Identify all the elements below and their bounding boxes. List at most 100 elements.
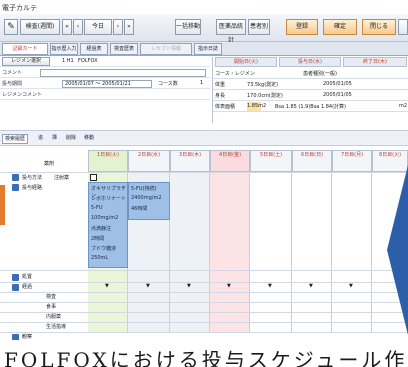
grid-line	[0, 312, 408, 313]
drug-line: 46時間	[131, 206, 148, 212]
grid-line	[0, 282, 408, 283]
search-history-button[interactable]: 検索履歴	[2, 134, 29, 144]
grid-line	[0, 302, 408, 303]
day-column-7[interactable]	[332, 172, 372, 332]
period-field[interactable]: 2005/01/07 ～ 2005/01/21	[62, 80, 152, 88]
stats-height-date: 2005/01/05	[323, 92, 352, 98]
grid-line	[0, 292, 408, 293]
folder-icon	[12, 284, 19, 291]
row-label-guidance: 生活指導	[46, 324, 67, 330]
day-column-3[interactable]	[170, 172, 210, 332]
row-marker[interactable]: ▼	[187, 283, 191, 289]
stats-label-weight: 体重	[215, 82, 226, 88]
stats-header-end: 終了日(木)	[343, 57, 407, 67]
folder-icon	[12, 174, 19, 181]
stats-label-height: 身長	[215, 93, 226, 99]
comment-field[interactable]	[40, 69, 206, 77]
drug-line: ブドウ糖液	[91, 246, 117, 252]
drug-line: 250mL	[91, 255, 109, 261]
row-label-observation: 観察	[22, 334, 33, 340]
drug-stats-button[interactable]: 医薬品統計	[216, 19, 246, 44]
confirm-button[interactable]: 確定	[323, 19, 357, 35]
stats-header-mid: 投与日(水)	[279, 57, 341, 67]
insert-button[interactable]: 挿	[52, 134, 57, 144]
stats-label-course: コース・レジメン	[215, 71, 255, 77]
toolbar: ✎ 検査(週間) « ‹ 今日 › » 一括移動 医薬品統計 患者別 登録 確定…	[0, 14, 408, 44]
folder-icon	[12, 274, 19, 281]
day-header-5: 5日目(土)	[250, 150, 292, 172]
row-label-procedure: 処置	[22, 274, 33, 280]
delete-button[interactable]: 削除	[66, 134, 76, 144]
row-label-method: 投与方法	[22, 175, 43, 181]
tab-receipt[interactable]: レセプト情報	[140, 43, 192, 55]
tab-bar: 記録カード 指示歴入力 経過表 検査歴表 レセプト情報 指示日誌	[0, 42, 408, 56]
move-button[interactable]: 移動	[84, 134, 94, 144]
stats-panel: 開始日(火) 投与日(水) 終了日(木) コース・レジメン 患者種別(一般) 体…	[212, 57, 408, 123]
mode-dropdown[interactable]: 検査(週間)	[20, 19, 60, 35]
caption-text: FOLFOXにおける投与スケジュール作成例	[0, 340, 408, 367]
day-column-5[interactable]	[250, 172, 292, 332]
course-value: 1	[200, 80, 204, 86]
stats-header-start: 開始日(火)	[215, 57, 277, 67]
row-label-injection: 注射薬	[54, 175, 70, 181]
day-header-6: 6日目(日)	[292, 150, 332, 172]
stats-bsa-unit: m2	[399, 103, 408, 109]
row-marker[interactable]: ▼	[227, 283, 231, 289]
regimen-select-button[interactable]: レジメン選択	[2, 57, 50, 66]
row-header-label: 薬剤	[44, 161, 55, 167]
patient-button[interactable]: 患者別	[248, 19, 270, 35]
regimen-info-panel: レジメン選択 1 H1 FOLFOX コメント 投与期間 2005/01/07 …	[0, 57, 210, 123]
bulk-move-button[interactable]: 一括移動	[175, 19, 201, 35]
stats-label-bsa: 体表面積	[215, 104, 236, 110]
pencil-icon[interactable]: ✎	[4, 19, 18, 35]
regimen-name: FOLFOX	[78, 58, 98, 64]
add-button[interactable]: 追	[38, 134, 43, 144]
day1-checkbox[interactable]	[90, 174, 97, 181]
close-button[interactable]: 閉じる	[362, 19, 396, 35]
day-header-1: 1日目(火)	[88, 150, 128, 172]
drug-block-5fu[interactable]: 5-FU(持続) 2400mg/m2 46時間	[128, 182, 170, 220]
nav-today-button[interactable]: 今日	[84, 19, 112, 35]
stats-course-type: 患者種別(一般)	[303, 71, 337, 77]
tab-record-card[interactable]: 記録カード	[2, 43, 48, 55]
grid-line	[0, 270, 408, 271]
day-column-6[interactable]	[292, 172, 332, 332]
tab-progress[interactable]: 経過表	[80, 43, 108, 55]
day-column-4[interactable]	[210, 172, 250, 332]
stats-bsa: 1.85m2	[247, 103, 267, 109]
drug-line: レボホリナート	[91, 196, 127, 202]
row-label-route: 投与経路	[22, 185, 43, 191]
nav-next-button[interactable]: ›	[113, 19, 123, 35]
row-marker[interactable]: ▼	[349, 283, 353, 289]
day-header-7: 7日目(月)	[332, 150, 372, 172]
row-label-progress: 経過	[22, 284, 33, 290]
period-label: 投与期間	[2, 81, 23, 87]
row-marker[interactable]: ▼	[146, 283, 150, 289]
patient-id: 1 H1	[62, 58, 74, 64]
comment-label: コメント	[2, 70, 23, 76]
tab-order-diary[interactable]: 指示日誌	[194, 43, 222, 55]
stats-weight-date: 2005/01/05	[323, 81, 352, 87]
overflow-button[interactable]	[398, 19, 408, 35]
app-title: 電子カルテ	[2, 4, 37, 12]
row-marker[interactable]: ▼	[105, 283, 109, 289]
orange-arrow-decoration	[0, 185, 5, 225]
stats-bsa-calc: Bsa 1.85 (1.9)Bsa 1.84(計算)	[275, 104, 346, 110]
drug-line: 2400mg/m2	[131, 195, 162, 201]
schedule-grid: 1日目(火) 2日目(水) 3日目(木) 4日目(金) 5日目(土) 6日目(日…	[0, 150, 408, 341]
nav-first-button[interactable]: «	[62, 19, 72, 35]
folder-icon	[12, 184, 19, 191]
blue-arrow-decoration	[387, 165, 408, 335]
row-marker[interactable]: ▼	[309, 283, 313, 289]
nav-last-button[interactable]: »	[124, 19, 134, 35]
drug-line: 100mg/m2	[91, 215, 119, 221]
drug-block-oxaliplatin[interactable]: オキサリプラチン レボホリナート 5-FU 100mg/m2 点滴静注 2時間 …	[88, 182, 128, 268]
register-button[interactable]: 登録	[286, 19, 318, 35]
tab-order-input[interactable]: 指示歴入力	[50, 43, 78, 55]
nav-prev-button[interactable]: ‹	[73, 19, 83, 35]
tab-lab-history[interactable]: 検査歴表	[110, 43, 138, 55]
row-marker[interactable]: ▼	[268, 283, 272, 289]
stats-weight: 73.5kg(測定)	[247, 82, 279, 88]
day-header-2: 2日目(水)	[128, 150, 170, 172]
stats-height: 170.0cm(測定)	[247, 93, 283, 99]
